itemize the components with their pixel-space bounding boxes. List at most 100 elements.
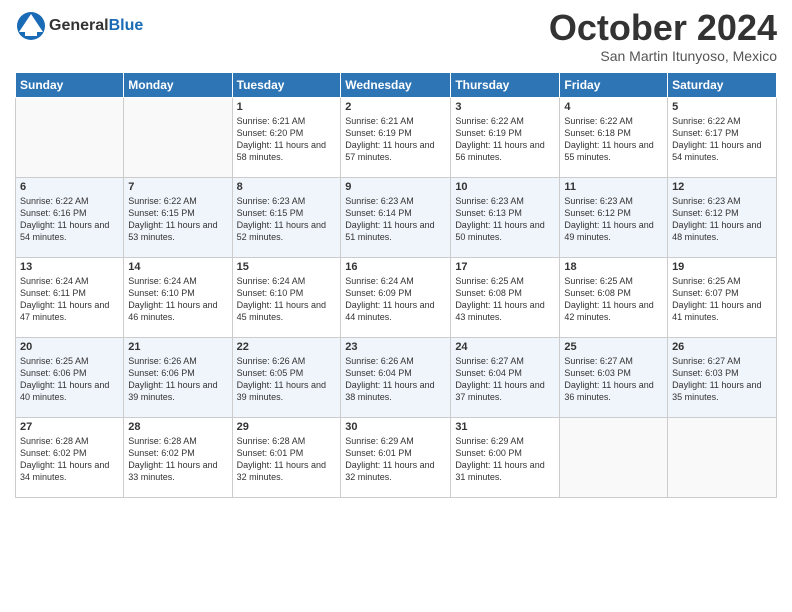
calendar-day-cell: 29 Sunrise: 6:28 AMSunset: 6:01 PMDayligh… (232, 418, 341, 498)
calendar-day-cell: 24 Sunrise: 6:27 AMSunset: 6:04 PMDayligh… (451, 338, 560, 418)
day-number: 21 (128, 341, 227, 353)
day-number: 27 (20, 421, 119, 433)
day-number: 18 (564, 261, 663, 273)
calendar-table: SundayMondayTuesdayWednesdayThursdayFrid… (15, 72, 777, 498)
calendar-week-row: 27 Sunrise: 6:28 AMSunset: 6:02 PMDayligh… (16, 418, 777, 498)
day-number: 28 (128, 421, 227, 433)
day-number: 7 (128, 181, 227, 193)
calendar-day-cell: 14 Sunrise: 6:24 AMSunset: 6:10 PMDayligh… (124, 258, 232, 338)
calendar-day-cell: 7 Sunrise: 6:22 AMSunset: 6:15 PMDaylight… (124, 178, 232, 258)
day-number: 11 (564, 181, 663, 193)
day-number: 16 (345, 261, 446, 273)
day-number: 3 (455, 101, 555, 113)
day-info: Sunrise: 6:22 AMSunset: 6:15 PMDaylight:… (128, 196, 217, 242)
day-info: Sunrise: 6:28 AMSunset: 6:01 PMDaylight:… (237, 436, 326, 482)
day-number: 2 (345, 101, 446, 113)
calendar-week-row: 20Sunrise: 6:25 AMSunset: 6:06 PMDayligh… (16, 338, 777, 418)
calendar-day-cell: 20Sunrise: 6:25 AMSunset: 6:06 PMDayligh… (16, 338, 124, 418)
day-info: Sunrise: 6:21 AMSunset: 6:20 PMDaylight:… (237, 116, 326, 162)
day-info: Sunrise: 6:27 AMSunset: 6:04 PMDaylight:… (455, 356, 544, 402)
calendar-day-cell (124, 98, 232, 178)
day-number: 24 (455, 341, 555, 353)
day-number: 13 (20, 261, 119, 273)
calendar-day-cell (16, 98, 124, 178)
logo-blue: Blue (109, 17, 144, 34)
calendar-day-cell: 1 Sunrise: 6:21 AMSunset: 6:20 PMDaylight… (232, 98, 341, 178)
day-number: 19 (672, 261, 772, 273)
calendar-day-cell: 28 Sunrise: 6:28 AMSunset: 6:02 PMDayligh… (124, 418, 232, 498)
calendar-day-cell: 19Sunrise: 6:25 AMSunset: 6:07 PMDayligh… (668, 258, 777, 338)
weekday-header: Sunday (16, 73, 124, 98)
day-number: 23 (345, 341, 446, 353)
day-number: 15 (237, 261, 337, 273)
weekday-header: Tuesday (232, 73, 341, 98)
calendar-day-cell: 23 Sunrise: 6:26 AMSunset: 6:04 PMDayligh… (341, 338, 451, 418)
day-number: 31 (455, 421, 555, 433)
day-number: 4 (564, 101, 663, 113)
calendar-day-cell: 13 Sunrise: 6:24 AMSunset: 6:11 PMDayligh… (16, 258, 124, 338)
day-info: Sunrise: 6:23 AMSunset: 6:12 PMDaylight:… (672, 196, 761, 242)
title-area: October 2024 San Martin Itunyoso, Mexico (549, 10, 777, 64)
day-number: 9 (345, 181, 446, 193)
calendar-day-cell (668, 418, 777, 498)
calendar-day-cell: 30 Sunrise: 6:29 AMSunset: 6:01 PMDayligh… (341, 418, 451, 498)
logo-icon (15, 10, 47, 42)
logo-general: General (49, 17, 109, 34)
day-info: Sunrise: 6:28 AMSunset: 6:02 PMDaylight:… (128, 436, 217, 482)
calendar-day-cell: 4 Sunrise: 6:22 AMSunset: 6:18 PMDaylight… (560, 98, 668, 178)
day-info: Sunrise: 6:26 AMSunset: 6:05 PMDaylight:… (237, 356, 326, 402)
day-number: 1 (237, 101, 337, 113)
calendar-day-cell: 21Sunrise: 6:26 AMSunset: 6:06 PMDayligh… (124, 338, 232, 418)
day-info: Sunrise: 6:28 AMSunset: 6:02 PMDaylight:… (20, 436, 109, 482)
calendar-day-cell: 6 Sunrise: 6:22 AMSunset: 6:16 PMDaylight… (16, 178, 124, 258)
day-number: 30 (345, 421, 446, 433)
day-info: Sunrise: 6:21 AMSunset: 6:19 PMDaylight:… (345, 116, 434, 162)
day-info: Sunrise: 6:25 AMSunset: 6:08 PMDaylight:… (564, 276, 653, 322)
day-info: Sunrise: 6:23 AMSunset: 6:13 PMDaylight:… (455, 196, 544, 242)
day-info: Sunrise: 6:24 AMSunset: 6:10 PMDaylight:… (237, 276, 326, 322)
day-number: 29 (237, 421, 337, 433)
day-info: Sunrise: 6:27 AMSunset: 6:03 PMDaylight:… (672, 356, 761, 402)
calendar-day-cell: 5Sunrise: 6:22 AMSunset: 6:17 PMDaylight… (668, 98, 777, 178)
day-number: 8 (237, 181, 337, 193)
day-info: Sunrise: 6:29 AMSunset: 6:00 PMDaylight:… (455, 436, 544, 482)
calendar-day-cell: 31 Sunrise: 6:29 AMSunset: 6:00 PMDayligh… (451, 418, 560, 498)
weekday-header: Friday (560, 73, 668, 98)
calendar-day-cell: 22 Sunrise: 6:26 AMSunset: 6:05 PMDayligh… (232, 338, 341, 418)
day-number: 14 (128, 261, 227, 273)
weekday-header: Wednesday (341, 73, 451, 98)
calendar-day-cell (560, 418, 668, 498)
logo: GeneralBlue (15, 10, 143, 42)
day-info: Sunrise: 6:22 AMSunset: 6:17 PMDaylight:… (672, 116, 761, 162)
calendar-day-cell: 15 Sunrise: 6:24 AMSunset: 6:10 PMDayligh… (232, 258, 341, 338)
weekday-header: Monday (124, 73, 232, 98)
calendar-day-cell: 25Sunrise: 6:27 AMSunset: 6:03 PMDayligh… (560, 338, 668, 418)
day-info: Sunrise: 6:22 AMSunset: 6:16 PMDaylight:… (20, 196, 109, 242)
calendar-header-row: SundayMondayTuesdayWednesdayThursdayFrid… (16, 73, 777, 98)
weekday-header: Thursday (451, 73, 560, 98)
day-number: 20 (20, 341, 119, 353)
calendar-day-cell: 8 Sunrise: 6:23 AMSunset: 6:15 PMDaylight… (232, 178, 341, 258)
calendar-day-cell: 17Sunrise: 6:25 AMSunset: 6:08 PMDayligh… (451, 258, 560, 338)
day-number: 22 (237, 341, 337, 353)
day-number: 6 (20, 181, 119, 193)
day-info: Sunrise: 6:23 AMSunset: 6:15 PMDaylight:… (237, 196, 326, 242)
day-info: Sunrise: 6:23 AMSunset: 6:14 PMDaylight:… (345, 196, 434, 242)
day-info: Sunrise: 6:24 AMSunset: 6:10 PMDaylight:… (128, 276, 217, 322)
calendar-day-cell: 16Sunrise: 6:24 AMSunset: 6:09 PMDayligh… (341, 258, 451, 338)
day-info: Sunrise: 6:22 AMSunset: 6:18 PMDaylight:… (564, 116, 653, 162)
day-info: Sunrise: 6:29 AMSunset: 6:01 PMDaylight:… (345, 436, 434, 482)
day-info: Sunrise: 6:26 AMSunset: 6:04 PMDaylight:… (345, 356, 434, 402)
day-info: Sunrise: 6:22 AMSunset: 6:19 PMDaylight:… (455, 116, 544, 162)
day-number: 10 (455, 181, 555, 193)
calendar-day-cell: 10 Sunrise: 6:23 AMSunset: 6:13 PMDayligh… (451, 178, 560, 258)
month-title: October 2024 (549, 10, 777, 46)
calendar-day-cell: 9 Sunrise: 6:23 AMSunset: 6:14 PMDaylight… (341, 178, 451, 258)
day-number: 25 (564, 341, 663, 353)
calendar-day-cell: 26Sunrise: 6:27 AMSunset: 6:03 PMDayligh… (668, 338, 777, 418)
calendar-day-cell: 3 Sunrise: 6:22 AMSunset: 6:19 PMDaylight… (451, 98, 560, 178)
calendar-day-cell: 18 Sunrise: 6:25 AMSunset: 6:08 PMDayligh… (560, 258, 668, 338)
day-info: Sunrise: 6:24 AMSunset: 6:11 PMDaylight:… (20, 276, 109, 322)
calendar-day-cell: 12Sunrise: 6:23 AMSunset: 6:12 PMDayligh… (668, 178, 777, 258)
calendar-week-row: 1 Sunrise: 6:21 AMSunset: 6:20 PMDaylight… (16, 98, 777, 178)
